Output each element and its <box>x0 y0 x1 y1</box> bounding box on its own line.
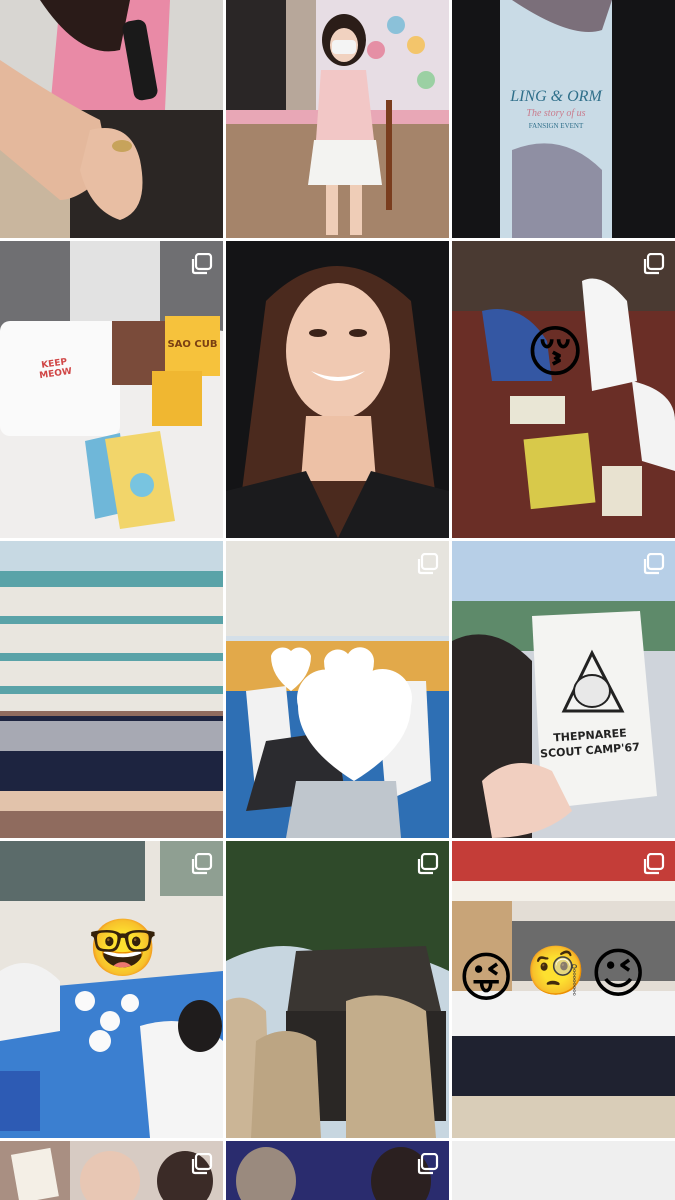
carousel-stack-icon <box>417 553 439 575</box>
post-tile-5[interactable] <box>226 241 449 538</box>
carousel-stack-icon <box>643 853 665 875</box>
post-tile-4[interactable]: KEEP MEOW SAO CUB <box>0 241 223 538</box>
post-image-board-game <box>452 241 675 538</box>
post-tile-9[interactable]: THEPNAREE SCOUT CAMP'67 <box>452 541 675 838</box>
monocle-emoji-sticker: 🧐 <box>526 943 586 999</box>
post-tile-11[interactable] <box>226 841 449 1138</box>
carousel-stack-icon <box>643 253 665 275</box>
carousel-stack-icon <box>643 553 665 575</box>
post-image-event-banner <box>452 0 675 238</box>
post-image-smiling-portrait <box>226 241 449 538</box>
post-tile-14[interactable] <box>226 1141 449 1200</box>
post-image-girl-posing <box>226 0 449 238</box>
kiss-emoji-sticker: 😚 <box>526 320 585 385</box>
post-tile-12[interactable]: 😜 🧐 😉 <box>452 841 675 1138</box>
carousel-stack-icon <box>191 853 213 875</box>
post-image-hand-microphone <box>0 0 223 238</box>
post-tile-8[interactable] <box>226 541 449 838</box>
wink-emoji-sticker: 😉 <box>590 942 647 1005</box>
post-image-concert-portraits <box>226 1141 449 1200</box>
carousel-stack-icon <box>191 253 213 275</box>
post-tile-7[interactable] <box>0 541 223 838</box>
post-tile-15[interactable] <box>452 1141 675 1200</box>
post-tile-6[interactable]: 😚 <box>452 241 675 538</box>
carousel-stack-icon <box>417 1153 439 1175</box>
post-image-school-group <box>0 541 223 838</box>
post-image-scout-card <box>452 541 675 838</box>
wink-tongue-emoji-sticker: 😜 <box>458 946 515 1009</box>
post-image-lunch-table <box>0 841 223 1138</box>
nerd-emoji-sticker: 🤓 <box>88 916 158 981</box>
post-tile-2[interactable] <box>226 0 449 238</box>
post-tile-13[interactable] <box>0 1141 223 1200</box>
box-label: SAO CUB <box>167 339 218 350</box>
carousel-stack-icon <box>191 1153 213 1175</box>
banner-subtitle: The story of us <box>526 108 586 119</box>
profile-post-grid: LING & ORM The story of us FANSIGN EVENT… <box>0 0 675 1200</box>
post-image-selfie-collage <box>0 1141 223 1200</box>
post-tile-10[interactable]: 🤓 <box>0 841 223 1138</box>
carousel-stack-icon <box>417 853 439 875</box>
post-tile-1[interactable] <box>0 0 223 238</box>
post-tile-3[interactable]: LING & ORM The story of us FANSIGN EVENT <box>452 0 675 238</box>
post-image-scouts-outdoors <box>226 841 449 1138</box>
banner-title: LING & ORM <box>510 88 602 105</box>
banner-event: FANSIGN EVENT <box>528 122 584 130</box>
post-image-gift-items <box>0 241 223 538</box>
heart-stickers <box>271 647 412 781</box>
